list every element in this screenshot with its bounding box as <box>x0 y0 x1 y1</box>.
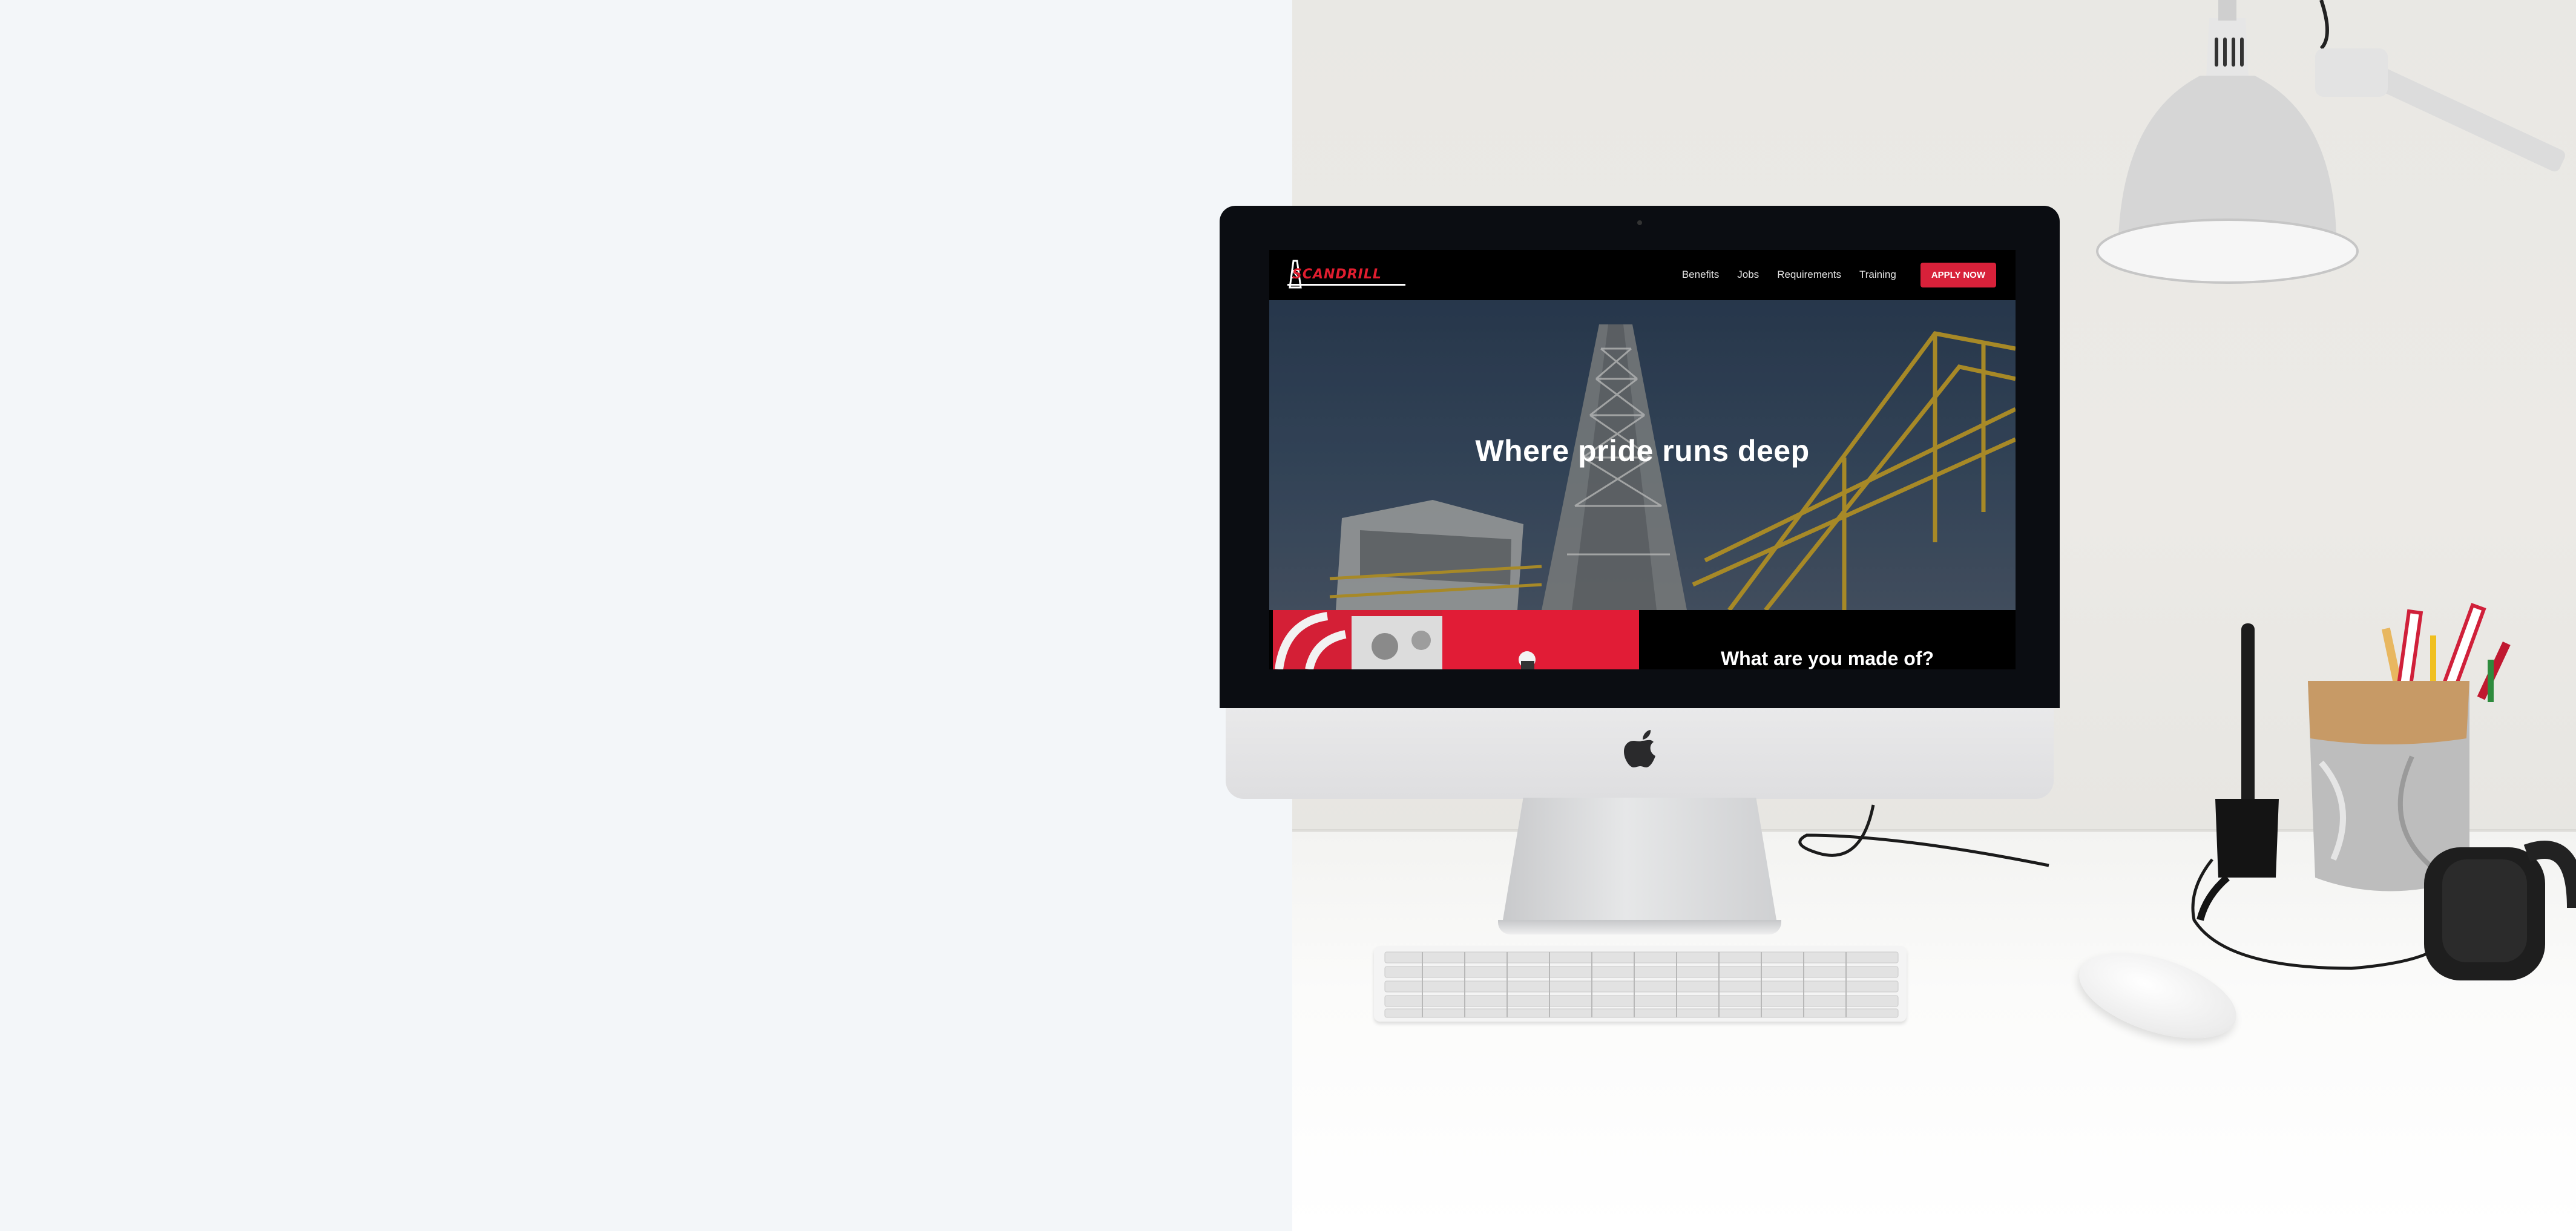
hero-banner: Where pride runs deep <box>1269 300 2016 610</box>
promo-section: What are you made of? <box>1269 610 2016 669</box>
main-nav: Benefits Jobs Requirements Training APPL… <box>1664 261 1996 289</box>
stylus-stand <box>2196 623 2279 921</box>
desk-lamp <box>2096 0 2565 284</box>
logo-underline <box>1287 284 1405 286</box>
site-header: SCANDRILL Benefits Jobs Requirements Tra… <box>1269 250 2016 300</box>
left-background-panel <box>0 0 1292 1231</box>
monitor-screen: SCANDRILL Benefits Jobs Requirements Tra… <box>1269 250 2016 669</box>
headphones <box>2424 841 2576 980</box>
apple-logo-icon <box>1624 730 1655 767</box>
monitor-stand-base <box>1498 920 1781 934</box>
nav-link-requirements[interactable]: Requirements <box>1777 269 1841 281</box>
keyboard-keys <box>1384 951 1899 1018</box>
section-heading: What are you made of? <box>1720 648 1934 669</box>
nav-link-benefits[interactable]: Benefits <box>1682 269 1719 281</box>
hero-title: Where pride runs deep <box>1475 434 1810 468</box>
nav-link-training[interactable]: Training <box>1859 269 1896 281</box>
monitor-chin <box>1226 708 2054 799</box>
worker-equipment-image <box>1273 610 1639 669</box>
apply-now-button[interactable]: APPLY NOW <box>1920 262 1996 287</box>
keyboard <box>1374 946 1907 1022</box>
promo-image <box>1273 610 1639 669</box>
monitor-cable <box>1798 804 2049 867</box>
monitor-stand <box>1501 798 1778 931</box>
brand-name[interactable]: SCANDRILL <box>1292 267 1382 282</box>
camera-icon <box>1637 220 1642 225</box>
nav-link-jobs[interactable]: Jobs <box>1737 269 1759 281</box>
